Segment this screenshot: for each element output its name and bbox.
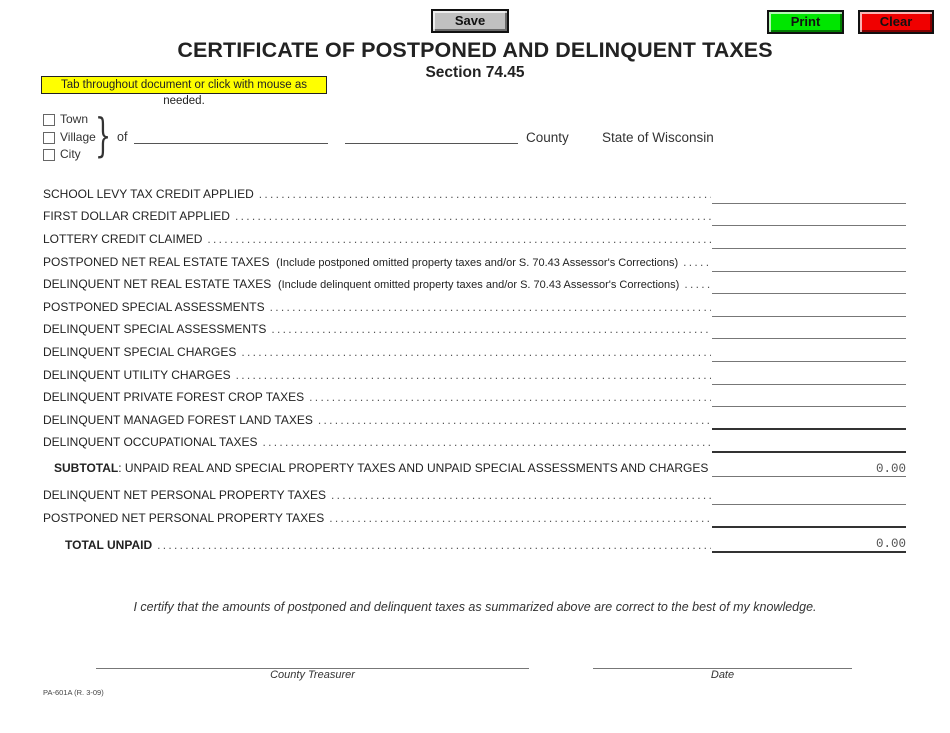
line-label-main: DELINQUENT NET REAL ESTATE TAXES — [43, 277, 272, 291]
school-levy-amount-input[interactable] — [712, 188, 906, 204]
postponed-special-assessments-amount-input[interactable] — [712, 301, 906, 317]
delinquent-utility-charges-amount-input[interactable] — [712, 369, 906, 385]
line-label: DELINQUENT SPECIAL ASSESSMENTS — [43, 322, 272, 338]
lottery-credit-amount-input[interactable] — [712, 233, 906, 249]
line-first-dollar: FIRST DOLLAR CREDIT APPLIED.............… — [43, 209, 711, 225]
line-note: (Include postponed omitted property taxe… — [276, 257, 679, 269]
occupational-taxes-amount-input[interactable] — [712, 437, 906, 453]
clear-button[interactable]: Clear — [858, 10, 934, 34]
line-label: FIRST DOLLAR CREDIT APPLIED — [43, 209, 235, 225]
page-title: CERTIFICATE OF POSTPONED AND DELINQUENT … — [177, 38, 773, 62]
leader-dots: ........................................… — [683, 255, 711, 269]
village-checkbox[interactable] — [43, 131, 55, 144]
municipality-option-village[interactable]: Village — [43, 130, 96, 144]
line-occupational-taxes: DELINQUENT OCCUPATIONAL TAXES...........… — [43, 435, 711, 451]
total-unpaid-amount-field — [712, 537, 906, 553]
town-checkbox[interactable] — [43, 113, 55, 126]
line-label: LOTTERY CREDIT CLAIMED — [43, 232, 208, 248]
leader-dots: ........................................… — [329, 511, 711, 525]
line-delinquent-real-estate: DELINQUENT NET REAL ESTATE TAXES (Includ… — [43, 277, 711, 293]
line-note: (Include delinquent omitted property tax… — [277, 279, 680, 291]
line-label: DELINQUENT NET REAL ESTATE TAXES (Includ… — [43, 277, 685, 293]
line-label: SUBTOTAL: UNPAID REAL AND SPECIAL PROPER… — [54, 461, 711, 477]
line-label: DELINQUENT PRIVATE FOREST CROP TAXES — [43, 390, 310, 406]
line-label: DELINQUENT OCCUPATIONAL TAXES — [43, 435, 263, 451]
postponed-personal-property-amount-input[interactable] — [712, 512, 906, 528]
managed-forest-land-amount-input[interactable] — [712, 414, 906, 430]
delinquent-special-assessments-amount-input[interactable] — [712, 323, 906, 339]
municipality-option-city[interactable]: City — [43, 147, 81, 161]
line-managed-forest-land: DELINQUENT MANAGED FOREST LAND TAXES....… — [43, 413, 711, 429]
line-postponed-real-estate: POSTPONED NET REAL ESTATE TAXES (Include… — [43, 255, 711, 271]
leader-dots: ........................................… — [207, 232, 711, 246]
leader-dots: ........................................… — [262, 435, 712, 449]
line-postponed-special-assessments: POSTPONED SPECIAL ASSESSMENTS...........… — [43, 300, 711, 316]
municipality-name-input[interactable] — [134, 129, 328, 144]
line-label: DELINQUENT UTILITY CHARGES — [43, 368, 236, 384]
line-label: SCHOOL LEVY TAX CREDIT APPLIED — [43, 187, 259, 203]
subtotal-bold-label: SUBTOTAL — [54, 461, 119, 475]
municipality-option-town[interactable]: Town — [43, 112, 88, 126]
first-dollar-amount-input[interactable] — [712, 210, 906, 226]
state-label: State of Wisconsin — [602, 130, 714, 145]
certification-statement: I certify that the amounts of postponed … — [133, 600, 817, 614]
city-label: City — [60, 147, 81, 161]
leader-dots: ........................................… — [317, 413, 711, 427]
line-delinquent-special-assessments: DELINQUENT SPECIAL ASSESSMENTS..........… — [43, 322, 711, 338]
city-checkbox[interactable] — [43, 148, 55, 161]
postponed-real-estate-amount-input[interactable] — [712, 256, 906, 272]
leader-dots: ........................................… — [234, 209, 711, 223]
leader-dots: ........................................… — [258, 187, 711, 201]
line-subtotal: SUBTOTAL: UNPAID REAL AND SPECIAL PROPER… — [54, 461, 711, 477]
save-button[interactable]: Save — [431, 9, 509, 33]
line-label: POSTPONED NET PERSONAL PROPERTY TAXES — [43, 511, 330, 527]
leader-dots: ........................................… — [235, 368, 711, 382]
leader-dots: ........................................… — [157, 538, 711, 552]
town-label: Town — [60, 112, 89, 126]
leader-dots: ........................................… — [271, 322, 711, 336]
of-label: of — [117, 130, 128, 144]
leader-dots: ........................................… — [684, 277, 711, 291]
treasurer-label: County Treasurer — [270, 669, 355, 681]
county-name-input[interactable] — [345, 129, 518, 144]
line-school-levy: SCHOOL LEVY TAX CREDIT APPLIED..........… — [43, 187, 711, 203]
date-label: Date — [710, 669, 735, 681]
subtotal-amount-field — [712, 461, 906, 477]
line-private-forest-crop: DELINQUENT PRIVATE FOREST CROP TAXES....… — [43, 390, 711, 406]
delinquent-real-estate-amount-input[interactable] — [712, 278, 906, 294]
county-label: County — [526, 130, 569, 145]
line-label: DELINQUENT SPECIAL CHARGES — [43, 345, 242, 361]
line-label-main: POSTPONED NET REAL ESTATE TAXES — [43, 255, 270, 269]
leader-dots: ........................................… — [269, 300, 711, 314]
village-label: Village — [60, 130, 96, 144]
line-postponed-personal-property: POSTPONED NET PERSONAL PROPERTY TAXES...… — [43, 511, 711, 527]
instruction-hint: Tab throughout document or click with mo… — [41, 76, 327, 107]
leader-dots: ........................................… — [309, 390, 711, 404]
total-label: TOTAL UNPAID — [65, 538, 153, 552]
brace-icon: } — [95, 108, 112, 162]
delinquent-special-charges-amount-input[interactable] — [712, 346, 906, 362]
line-label: POSTPONED SPECIAL ASSESSMENTS — [43, 300, 270, 316]
leader-dots: ........................................… — [241, 345, 711, 359]
line-label: DELINQUENT NET PERSONAL PROPERTY TAXES — [43, 488, 331, 504]
line-label: POSTPONED NET REAL ESTATE TAXES (Include… — [43, 255, 684, 271]
line-delinquent-special-charges: DELINQUENT SPECIAL CHARGES..............… — [43, 345, 711, 361]
line-label: TOTAL UNPAID — [65, 538, 158, 554]
print-button[interactable]: Print — [767, 10, 844, 34]
delinquent-personal-property-amount-input[interactable] — [712, 489, 906, 505]
line-lottery-credit: LOTTERY CREDIT CLAIMED..................… — [43, 232, 711, 248]
form-number: PA-601A (R. 3-09) — [43, 688, 104, 697]
subtotal-label-text: : UNPAID REAL AND SPECIAL PROPERTY TAXES… — [118, 461, 709, 475]
line-delinquent-utility-charges: DELINQUENT UTILITY CHARGES..............… — [43, 368, 711, 384]
private-forest-crop-amount-input[interactable] — [712, 391, 906, 407]
leader-dots: ........................................… — [330, 488, 711, 502]
line-delinquent-personal-property: DELINQUENT NET PERSONAL PROPERTY TAXES..… — [43, 488, 711, 504]
line-total-unpaid: TOTAL UNPAID............................… — [65, 538, 711, 554]
line-label: DELINQUENT MANAGED FOREST LAND TAXES — [43, 413, 318, 429]
